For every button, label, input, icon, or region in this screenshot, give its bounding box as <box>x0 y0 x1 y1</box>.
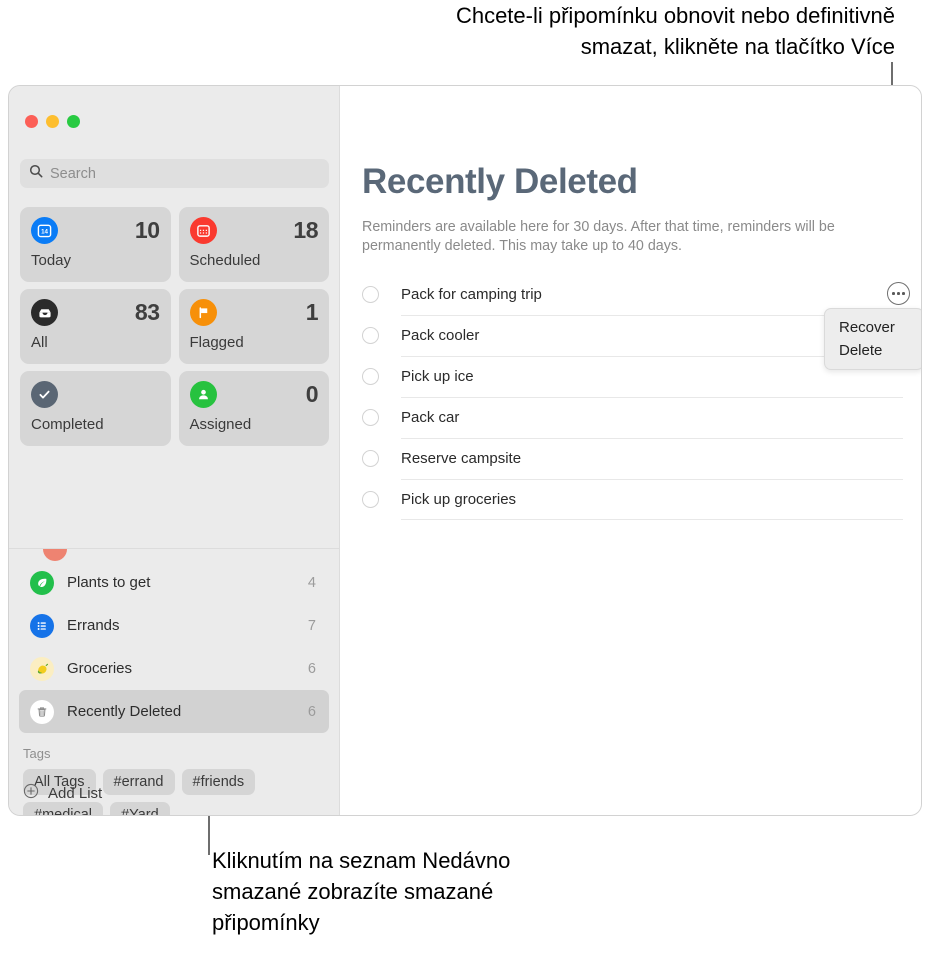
add-list-label: Add List <box>48 784 103 802</box>
tile-label: Scheduled <box>189 252 261 269</box>
list-count: 6 <box>307 660 316 677</box>
list-name: Plants to get <box>67 574 151 591</box>
reminder-title: Reserve campsite <box>401 450 522 467</box>
page-title: Recently Deleted <box>362 162 638 201</box>
reminder-checkbox[interactable] <box>362 327 379 344</box>
reminder-title: Pack cooler <box>401 327 480 344</box>
reminder-row[interactable]: Pick up groceries <box>362 479 903 520</box>
reminder-row[interactable]: Pack for camping trip <box>362 274 903 315</box>
ellipsis-circle-icon[interactable] <box>887 282 910 305</box>
tile-count: 0 <box>305 381 319 407</box>
checkmark-icon <box>31 381 58 408</box>
more-dots <box>892 292 905 295</box>
user-lists: Plants to get 4 Errands 7 Groceries 6 Re… <box>9 548 339 733</box>
inbox-icon <box>31 299 58 326</box>
plus-circle-icon <box>23 783 39 803</box>
reminder-checkbox[interactable] <box>362 491 379 508</box>
tile-today[interactable]: 14 10 Today <box>20 207 171 282</box>
tile-assigned[interactable]: 0 Assigned <box>178 371 329 446</box>
sidebar: Search 14 10 Today 18 Scheduled 83 All 1… <box>9 86 340 815</box>
minimize-window-button[interactable] <box>46 115 59 128</box>
tile-label: All <box>31 334 48 351</box>
menu-item-delete[interactable]: Delete <box>825 339 921 362</box>
flag-icon <box>189 299 217 326</box>
reminder-row[interactable]: Pack cooler <box>362 315 903 356</box>
reminder-title: Pack car <box>401 409 460 426</box>
search-placeholder: Search <box>50 165 96 182</box>
screenshot-root: Chcete-li připomínku obnovit nebo defini… <box>0 0 931 955</box>
tile-scheduled[interactable]: 18 Scheduled <box>178 207 329 282</box>
lemon-icon <box>30 656 54 681</box>
calendar-today-icon: 14 <box>31 217 58 244</box>
reminder-checkbox[interactable] <box>362 368 379 385</box>
tile-count: 1 <box>305 299 319 325</box>
page-description: Reminders are available here for 30 days… <box>362 219 835 254</box>
trash-icon <box>30 699 54 724</box>
search-input[interactable]: Search <box>20 159 329 188</box>
tile-count: 10 <box>134 217 160 243</box>
tags-section: Tags All Tags #errand #friends #medical … <box>9 746 339 815</box>
callout-top-text: Chcete-li připomínku obnovit nebo defini… <box>455 3 895 59</box>
tag-friends[interactable]: #friends <box>181 769 256 795</box>
tile-flagged[interactable]: 1 Flagged <box>178 289 329 364</box>
tile-count: 83 <box>134 299 160 325</box>
list-name: Recently Deleted <box>67 703 182 720</box>
reminder-checkbox[interactable] <box>362 409 379 426</box>
reminder-title: Pack for camping trip <box>401 286 542 303</box>
list-bullet-icon <box>30 613 54 638</box>
list-name: Errands <box>67 617 120 634</box>
tags-section-title: Tags <box>23 746 51 761</box>
tile-label: Today <box>31 252 72 269</box>
calendar-icon <box>189 217 217 244</box>
tile-label: Completed <box>31 416 104 433</box>
add-list-button[interactable]: Add List <box>23 783 102 803</box>
callout-bottom-text: Kliknutím na seznam Nedávno smazané zobr… <box>212 848 511 935</box>
reminder-row[interactable]: Pick up ice <box>362 356 903 397</box>
main-content: Recently Deleted Reminders are available… <box>340 86 921 815</box>
leaf-icon <box>30 570 54 595</box>
reminder-row[interactable]: Reserve campsite <box>362 438 903 479</box>
list-count: 6 <box>307 703 316 720</box>
window-traffic-lights <box>25 115 80 128</box>
reminder-checkbox[interactable] <box>362 286 379 303</box>
quick-filter-tiles: 14 10 Today 18 Scheduled 83 All 1 Flagge… <box>20 207 329 446</box>
reminder-title: Pick up ice <box>401 368 474 385</box>
reminder-list: Pack for camping trip Pack cooler Pick u… <box>362 274 903 520</box>
list-item-partially-scrolled[interactable] <box>9 549 339 561</box>
list-name: Groceries <box>67 660 133 677</box>
tile-label: Flagged <box>189 334 244 351</box>
tile-label: Assigned <box>189 416 252 433</box>
person-icon <box>189 381 217 408</box>
reminders-window: Search 14 10 Today 18 Scheduled 83 All 1… <box>8 85 922 816</box>
list-item-recently-deleted[interactable]: Recently Deleted 6 <box>19 690 329 733</box>
close-window-button[interactable] <box>25 115 38 128</box>
tile-completed[interactable]: Completed <box>20 371 171 446</box>
tag-errand[interactable]: #errand <box>102 769 175 795</box>
context-menu: Recover Delete <box>824 308 921 370</box>
tag-yard[interactable]: #Yard <box>110 802 170 815</box>
menu-item-recover[interactable]: Recover <box>825 316 921 339</box>
list-item-errands[interactable]: Errands 7 <box>19 604 329 647</box>
list-count: 4 <box>307 574 316 591</box>
tile-all[interactable]: 83 All <box>20 289 171 364</box>
reminder-row[interactable]: Pack car <box>362 397 903 438</box>
tile-count: 18 <box>293 217 318 243</box>
svg-text:14: 14 <box>41 229 48 236</box>
list-count: 7 <box>307 617 316 634</box>
search-icon <box>29 164 43 183</box>
list-icon-clipped <box>43 549 67 561</box>
zoom-window-button[interactable] <box>67 115 80 128</box>
list-item-plants-to-get[interactable]: Plants to get 4 <box>19 561 329 604</box>
tag-medical[interactable]: #medical <box>23 802 104 815</box>
list-item-groceries[interactable]: Groceries 6 <box>19 647 329 690</box>
reminder-title: Pick up groceries <box>401 491 517 508</box>
reminder-checkbox[interactable] <box>362 450 379 467</box>
